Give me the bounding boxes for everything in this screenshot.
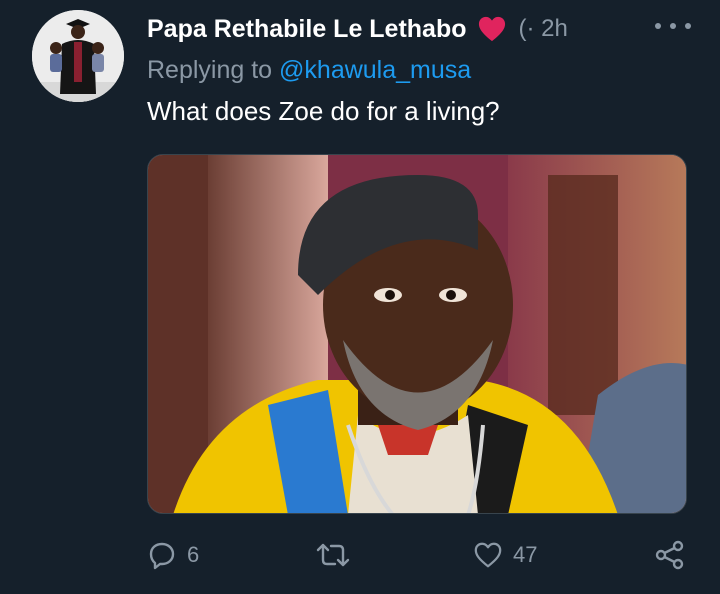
author-avatar[interactable] — [32, 10, 124, 102]
retweet-button[interactable] — [315, 530, 361, 580]
media-photo — [148, 155, 686, 513]
tweet-media-image[interactable] — [147, 154, 687, 514]
like-button[interactable]: 47 — [473, 530, 537, 580]
red-heart-emoji-icon — [478, 16, 505, 42]
tweet-header: Papa Rethabile Le Lethabo (· 2h — [147, 12, 568, 46]
tweet-action-bar: 6 47 — [147, 530, 692, 580]
share-button[interactable] — [654, 530, 686, 580]
reply-count: 6 — [187, 542, 200, 567]
reply-mention-link[interactable]: @khawula_musa — [279, 56, 471, 84]
tweet-text: What does Zoe do for a living? — [147, 96, 500, 126]
more-options-icon[interactable] — [655, 14, 691, 38]
reply-icon — [149, 542, 175, 570]
like-count: 47 — [513, 542, 538, 567]
replying-to-line: Replying to @khawula_musa — [147, 56, 471, 85]
more-dot — [655, 23, 661, 29]
avatar-photo — [32, 10, 124, 102]
more-dot — [685, 23, 691, 29]
reply-button[interactable]: 6 — [147, 530, 199, 580]
replying-to-label: Replying to — [147, 56, 280, 84]
author-name[interactable]: Papa Rethabile Le Lethabo — [147, 15, 467, 44]
share-icon — [655, 540, 684, 570]
more-dot — [670, 23, 676, 29]
handle-and-time[interactable]: (· 2h — [519, 15, 568, 43]
like-icon — [474, 542, 502, 568]
retweet-icon — [316, 543, 350, 567]
